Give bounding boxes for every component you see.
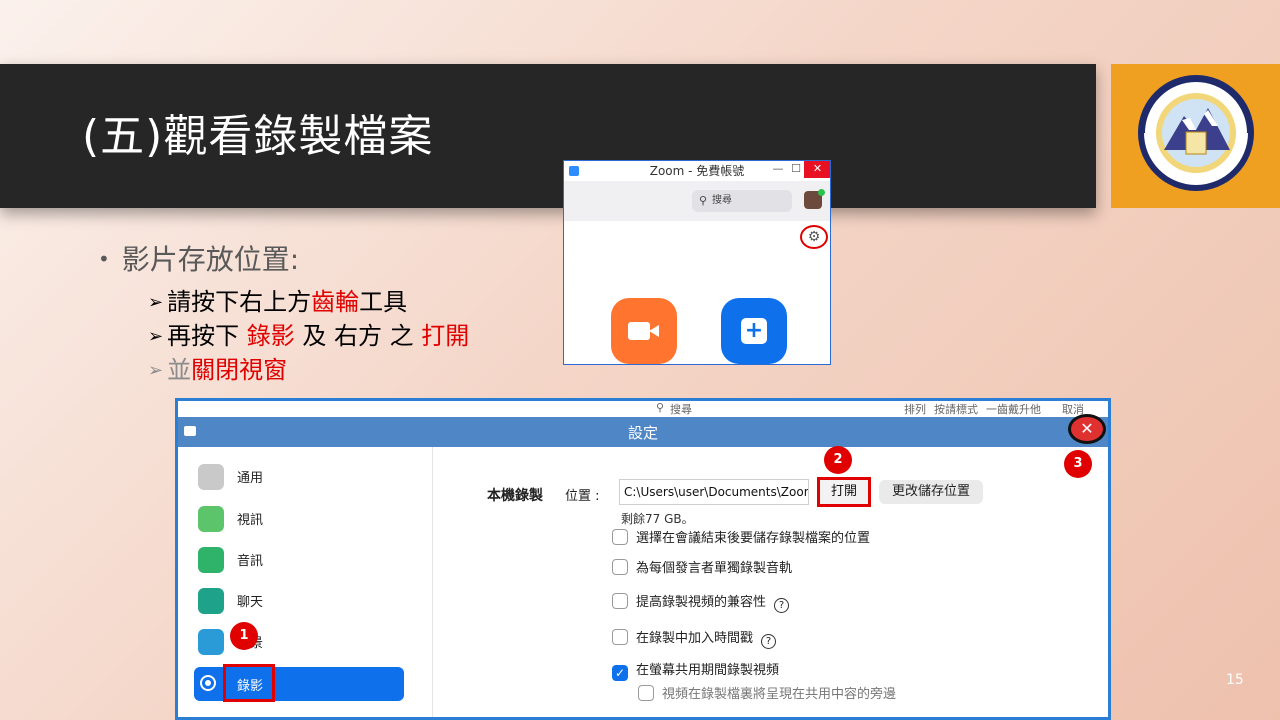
option-label: 提高錄製視頻的兼容性 (636, 595, 767, 610)
background-image-icon (198, 629, 224, 655)
sidebar-item-audio[interactable]: 音訊 (194, 542, 404, 576)
checkbox[interactable] (612, 629, 628, 645)
step-marker-2: 2 (824, 446, 852, 474)
recording-settings-panel: 本機錄製 位置 : C:\Users\user\Documents\Zoom 打… (434, 447, 1108, 717)
sidebar-item-label: 聊天 (237, 595, 264, 610)
ghost-search-icon: ⚲ (656, 401, 665, 414)
checkbox[interactable] (638, 685, 654, 701)
free-space-text: 剩餘77 GB。 (621, 512, 694, 526)
step1-text: 請按下右上方 (167, 288, 312, 316)
zoom-titlebar: Zoom - 免費帳號 — ☐ ✕ (564, 161, 830, 181)
option-compatibility[interactable]: 提高錄製視頻的兼容性? (612, 591, 790, 613)
checkbox[interactable] (612, 593, 628, 609)
checkbox[interactable] (612, 529, 628, 545)
settings-sidebar: 通用 視訊 音訊 聊天 背景 錄影 (178, 447, 433, 717)
search-icon: ⚲ (699, 194, 708, 207)
online-status-dot (818, 189, 825, 196)
close-icon[interactable]: ✕ (1068, 414, 1106, 444)
bullet-dot-icon: • (98, 247, 110, 271)
checkbox[interactable] (612, 559, 628, 575)
sidebar-item-video[interactable]: 視訊 (194, 501, 404, 535)
maximize-icon[interactable]: ☐ (786, 161, 806, 178)
instruction-step-3: ➢ 並關閉視窗 (148, 350, 287, 385)
minimize-icon[interactable]: — (768, 161, 788, 178)
sidebar-item-label: 通用 (237, 471, 264, 486)
record-icon (200, 675, 216, 691)
plus-icon: + (741, 318, 767, 344)
step2-text: 再按下 (167, 322, 247, 350)
chat-bubble-icon (198, 588, 224, 614)
step3-text: 並 (167, 356, 192, 384)
slide-title: (五)觀看錄製檔案 (82, 111, 434, 162)
zoom-toolbar: ⚲ 搜尋 (564, 181, 830, 221)
page-number: 15 (1226, 672, 1244, 688)
close-icon[interactable]: ✕ (804, 161, 830, 178)
step1-text-end: 工具 (359, 288, 408, 316)
step2-highlight-open: 打開 (421, 322, 470, 350)
step2-highlight-record: 錄影 (246, 322, 295, 350)
option-separate-audio[interactable]: 為每個發言者單獨錄製音軌 (612, 557, 792, 576)
help-icon[interactable]: ? (761, 634, 777, 649)
search-placeholder: 搜尋 (712, 195, 732, 206)
new-meeting-button[interactable] (611, 298, 677, 364)
join-meeting-button[interactable]: + (721, 298, 787, 364)
search-input[interactable]: ⚲ 搜尋 (692, 190, 792, 212)
checkbox-checked[interactable]: ✓ (612, 665, 628, 681)
arrow-bullet-icon: ➢ (148, 292, 164, 313)
instruction-step-2: ➢ 再按下 錄影 及 右方 之 打開 (148, 316, 469, 351)
local-recording-label: 本機錄製 (487, 488, 543, 504)
arrow-bullet-icon: ➢ (148, 326, 164, 347)
option-partial[interactable]: 視頻在錄製檔裏將呈現在共用中容的旁邊 (638, 683, 896, 702)
recording-path-field[interactable]: C:\Users\user\Documents\Zoom (619, 479, 809, 505)
sidebar-item-label: 音訊 (237, 554, 264, 569)
sidebar-item-label: 視訊 (237, 513, 264, 528)
headphones-icon (198, 547, 224, 573)
option-choose-location[interactable]: 選擇在會議結束後要儲存錄製檔案的位置 (612, 527, 870, 546)
open-folder-button[interactable]: 打開 (817, 477, 871, 507)
settings-header: 設定 (178, 417, 1108, 447)
zoom-window-title: Zoom - 免費帳號 (649, 164, 745, 178)
video-camera-lens-icon (649, 325, 659, 337)
change-location-button[interactable]: 更改儲存位置 (879, 480, 983, 504)
location-label: 位置 : (565, 489, 600, 504)
bullet-text: 影片存放位置: (121, 243, 300, 276)
help-icon[interactable]: ? (774, 598, 790, 613)
option-label: 視頻在錄製檔裏將呈現在共用中容的旁邊 (662, 687, 897, 702)
sidebar-item-recording[interactable]: 錄影 (194, 664, 404, 702)
sidebar-item-background[interactable]: 背景 (194, 624, 404, 658)
ghost-right-text: 一齒戴升他 (986, 403, 1041, 416)
sidebar-item-general[interactable]: 通用 (194, 459, 404, 493)
zoom-main-window: Zoom - 免費帳號 — ☐ ✕ ⚲ 搜尋 ⚙ + (563, 160, 831, 365)
sidebar-item-chat[interactable]: 聊天 (194, 583, 404, 617)
step1-highlight: 齒輪 (311, 288, 360, 316)
university-seal-logo (1138, 75, 1254, 191)
option-timestamp[interactable]: 在錄製中加入時間戳? (612, 627, 777, 649)
step-marker-1: 1 (230, 622, 258, 650)
zoom-app-icon (569, 166, 579, 176)
option-label: 選擇在會議結束後要儲存錄製檔案的位置 (636, 531, 871, 546)
ghost-sort-value: 按請標式 (934, 403, 978, 416)
video-camera-icon (198, 506, 224, 532)
gear-icon[interactable]: ⚙ (800, 225, 828, 249)
ghost-sort-label: 排列 (904, 403, 926, 416)
gear-icon (198, 464, 224, 490)
instruction-step-1: ➢ 請按下右上方齒輪工具 (148, 282, 407, 317)
option-label: 在螢幕共用期間錄製視頻 (636, 663, 780, 678)
arrow-bullet-icon: ➢ (148, 360, 164, 381)
step3-highlight: 關閉視窗 (191, 356, 288, 384)
video-camera-icon (628, 322, 650, 340)
bullet-storage-location: • 影片存放位置: (98, 238, 299, 278)
option-label: 在錄製中加入時間戳 (636, 631, 754, 646)
option-label: 為每個發言者單獨錄製音軌 (636, 561, 793, 576)
settings-window: ⚲ 搜尋 排列 按請標式 一齒戴升他 取消 設定 ✕ 通用 視訊 音訊 聊天 背… (175, 398, 1111, 720)
step2-text-mid: 及 右方 之 (294, 322, 422, 350)
ghost-search-text: 搜尋 (670, 403, 692, 416)
step-marker-3: 3 (1064, 450, 1092, 478)
option-record-screen-share[interactable]: ✓ 在螢幕共用期間錄製視頻 (612, 659, 779, 681)
highlight-box-recording (223, 664, 275, 702)
settings-title: 設定 (627, 424, 658, 442)
background-window-strip: ⚲ 搜尋 排列 按請標式 一齒戴升他 取消 (178, 401, 1108, 417)
